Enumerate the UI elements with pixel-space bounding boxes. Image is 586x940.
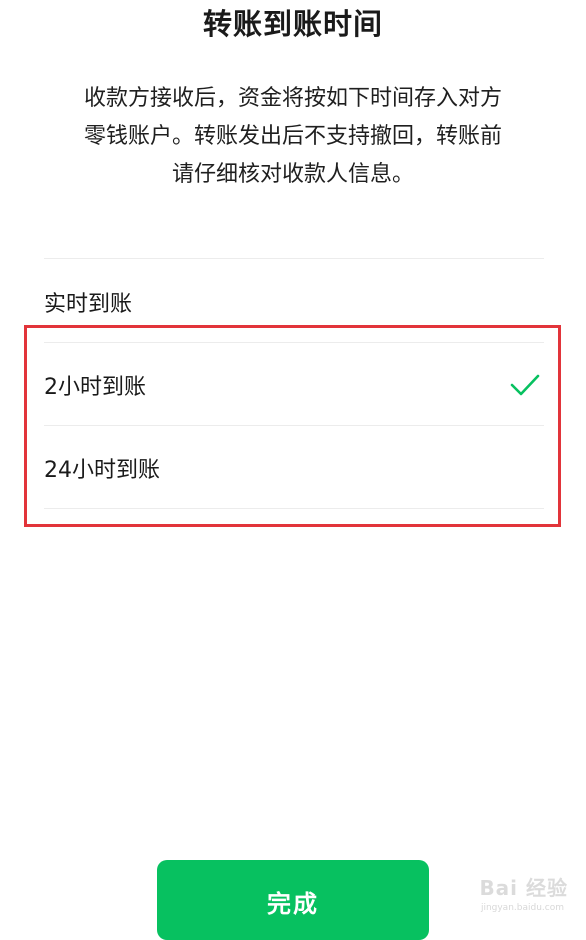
page-title: 转账到账时间 xyxy=(202,7,383,41)
description-line: 请仔细核对收款人信息。 xyxy=(171,162,414,187)
option-label: 实时到账 xyxy=(44,292,133,317)
highlight-box xyxy=(24,325,561,527)
description: 收款方接收后，资金将按如下时间存入对方 零钱账户。转账发出后不支持撤回，转账前 … xyxy=(40,80,546,194)
watermark-brand: Bai 经验 xyxy=(479,876,568,900)
description-line: 收款方接收后，资金将按如下时间存入对方 xyxy=(83,86,502,111)
watermark-url: jingyan.baidu.com xyxy=(480,903,564,913)
description-line: 零钱账户。转账发出后不支持撤回，转账前 xyxy=(83,124,502,149)
done-button[interactable]: 完成 xyxy=(157,860,429,940)
watermark-logo: Bai 经验 xyxy=(479,872,568,901)
divider xyxy=(44,258,544,259)
